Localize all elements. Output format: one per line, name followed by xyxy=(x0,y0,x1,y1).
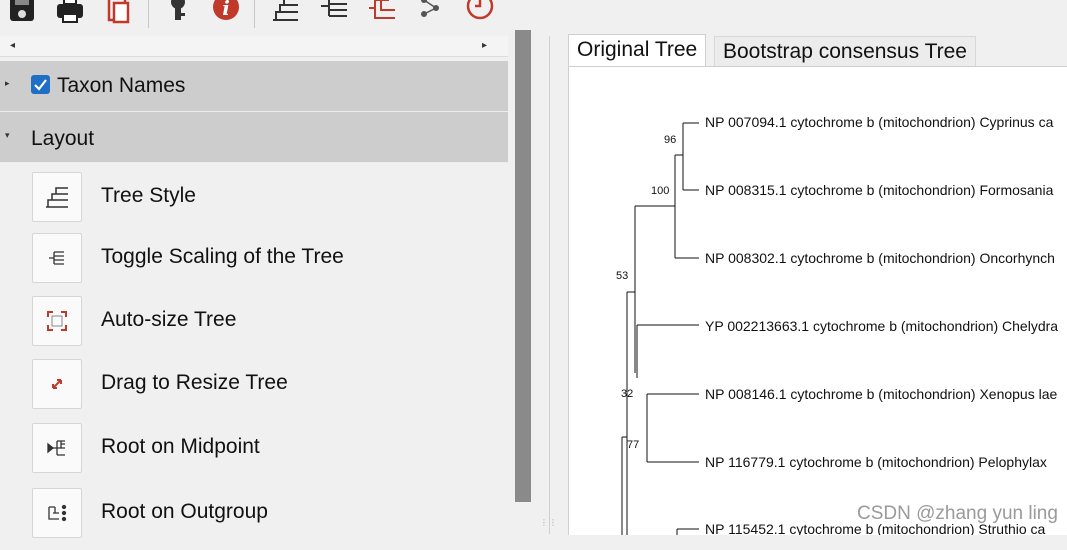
watermark: CSDN @zhang yun ling xyxy=(857,503,1058,524)
timer-icon[interactable] xyxy=(465,0,495,24)
tree-leaf-label[interactable]: NP 116779.1 cytochrome b (mitochondrion)… xyxy=(705,454,1047,470)
bootstrap-value: 53 xyxy=(616,270,629,282)
tab-original-tree[interactable]: Original Tree xyxy=(568,34,707,68)
tree-style-icon xyxy=(32,172,82,222)
tree-leaf-label[interactable]: NP 008302.1 cytochrome b (mitochondrion)… xyxy=(705,250,1055,266)
layout-panel: ◂ ▸ ▸ Taxon Names ▾ Layout Tree Style To… xyxy=(0,32,537,538)
branch-icon[interactable] xyxy=(416,0,446,24)
item-label: Toggle Scaling of the Tree xyxy=(101,245,344,268)
bootstrap-value: 77 xyxy=(627,439,640,451)
tree-leaf-label[interactable]: NP 008146.1 cytochrome b (mitochondrion)… xyxy=(705,386,1057,402)
group-layout[interactable]: ▾ Layout xyxy=(0,112,508,163)
toolbar: i xyxy=(0,0,1067,32)
svg-text:i: i xyxy=(222,0,230,20)
copy-icon[interactable] xyxy=(104,0,134,24)
save-icon[interactable] xyxy=(7,0,37,24)
tree-colored-icon[interactable] xyxy=(367,0,397,24)
tree-style-icon[interactable] xyxy=(270,0,300,24)
tree-leaf-label[interactable]: NP 007094.1 cytochrome b (mitochondrion)… xyxy=(705,114,1053,130)
scroll-right-arrow[interactable]: ▸ xyxy=(482,40,487,51)
info-icon[interactable]: i xyxy=(211,0,241,24)
tree-canvas[interactable]: NP 007094.1 cytochrome b (mitochondrion)… xyxy=(568,66,1067,535)
auto-size-icon xyxy=(32,296,82,346)
splitter-grip-icon[interactable]: ⋮⋮ xyxy=(540,518,558,527)
horizontal-scrollbar[interactable]: ◂ ▸ xyxy=(0,36,508,57)
group-taxon-names[interactable]: ▸ Taxon Names xyxy=(0,61,508,112)
item-label: Root on Midpoint xyxy=(101,435,260,458)
toggle-scaling-icon xyxy=(32,233,82,283)
root-midpoint-icon xyxy=(32,423,82,473)
item-label: Tree Style xyxy=(101,184,196,207)
item-label: Auto-size Tree xyxy=(101,308,237,331)
tree-tabs: Original Tree Bootstrap consensus Tree xyxy=(568,34,1067,68)
group-label: Layout xyxy=(31,127,95,150)
layout-item-tree-style[interactable]: Tree Style xyxy=(0,172,508,234)
item-label: Drag to Resize Tree xyxy=(101,371,288,394)
bootstrap-value: 96 xyxy=(664,134,677,146)
key-icon[interactable] xyxy=(163,0,193,24)
scroll-left-arrow[interactable]: ◂ xyxy=(10,40,15,51)
print-icon[interactable] xyxy=(55,0,85,24)
layout-item-drag-resize[interactable]: Drag to Resize Tree xyxy=(0,359,508,421)
vertical-scrollbar-thumb[interactable] xyxy=(515,30,531,502)
layout-item-root-outgroup[interactable]: Root on Outgroup xyxy=(0,488,508,550)
scale-tree-icon[interactable] xyxy=(319,0,349,24)
bootstrap-value: 32 xyxy=(621,388,634,400)
tab-bootstrap-consensus-tree[interactable]: Bootstrap consensus Tree xyxy=(714,36,976,68)
taxon-names-checkbox[interactable] xyxy=(31,75,50,94)
tree-leaf-label[interactable]: YP 002213663.1 cytochrome b (mitochondri… xyxy=(705,318,1058,334)
toolbar-separator xyxy=(254,0,255,28)
toolbar-separator xyxy=(148,0,149,28)
item-label: Root on Outgroup xyxy=(101,500,268,523)
root-outgroup-icon xyxy=(32,488,82,538)
expand-caret-icon[interactable]: ▸ xyxy=(5,78,10,89)
drag-resize-icon xyxy=(32,359,82,409)
bootstrap-value: 100 xyxy=(651,185,670,197)
collapse-caret-icon[interactable]: ▾ xyxy=(5,130,10,141)
panel-splitter[interactable] xyxy=(537,32,567,534)
tree-leaf-label[interactable]: NP 008315.1 cytochrome b (mitochondrion)… xyxy=(705,182,1053,198)
layout-item-toggle-scaling[interactable]: Toggle Scaling of the Tree xyxy=(0,233,508,295)
group-label: Taxon Names xyxy=(57,74,186,97)
layout-item-auto-size[interactable]: Auto-size Tree xyxy=(0,296,508,358)
layout-item-root-midpoint[interactable]: Root on Midpoint xyxy=(0,423,508,485)
